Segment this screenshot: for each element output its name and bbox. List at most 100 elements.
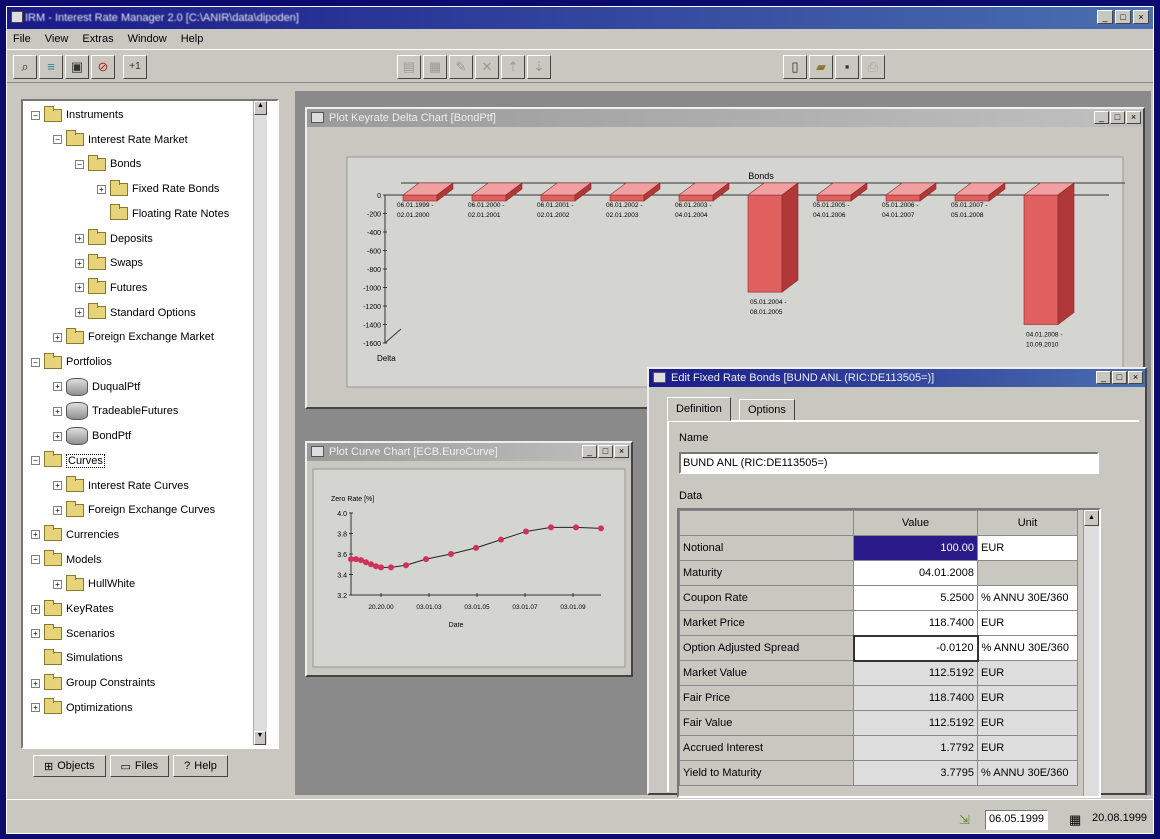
tree-node[interactable]: − Models [31,550,101,570]
expand-icon[interactable]: + [53,481,62,490]
expand-icon[interactable]: + [53,579,62,589]
window-icon[interactable]: ▣ [65,55,89,79]
expand-icon[interactable]: + [75,308,84,318]
grid-row-unit[interactable]: % ANNU 30E/360 [977,635,1078,661]
grid-row[interactable]: Fair Price 118.7400 EUR [679,685,1078,711]
scroll-up-icon[interactable]: ▲ [254,101,267,115]
expand-icon[interactable]: + [97,184,106,194]
delta-chart-titlebar[interactable]: Plot Keyrate Delta Chart [BondPtf] _ □ × [307,109,1143,127]
tree-node[interactable]: + KeyRates [31,599,114,619]
grid-row[interactable]: Coupon Rate 5.2500% ANNU 30E/360 [679,585,1078,611]
grid-scrollbar[interactable]: ▲ [1083,510,1099,796]
new-file-icon[interactable]: ▯ [783,55,807,79]
list-view-icon[interactable]: ≡ [39,55,63,79]
grid-row-unit[interactable]: EUR [977,535,1078,561]
expand-icon[interactable]: + [75,283,84,293]
grid-row[interactable]: Market Price 118.7400 EUR [679,610,1078,636]
grid-row-value[interactable]: -0.0120 [852,634,979,662]
tree-scrollbar[interactable]: ▲ ▼ [253,101,267,745]
tree-node[interactable]: + Futures [75,278,147,298]
edit-icon[interactable]: ✎ [449,55,473,79]
grid-row[interactable]: Yield to Maturity 3.7795% ANNU 30E/360 [679,760,1078,786]
delta-close-button[interactable]: × [1126,111,1141,124]
expand-icon[interactable]: + [75,258,84,268]
tree-node[interactable]: − Curves [31,451,105,471]
menu-help[interactable]: Help [181,33,204,45]
tree-node[interactable]: + Standard Options [75,303,196,323]
expand-icon[interactable]: + [53,332,62,342]
expand-icon[interactable]: + [31,703,40,713]
collapse-icon[interactable]: − [31,110,40,120]
minimize-button[interactable]: _ [1097,10,1113,24]
delta-minimize-button[interactable]: _ [1094,111,1109,124]
expand-icon[interactable]: + [31,530,40,540]
grid-row[interactable]: Fair Value 112.5192 EUR [679,710,1078,736]
collapse-icon[interactable]: − [31,456,40,466]
tree-node[interactable]: − Instruments [31,105,123,125]
tab-definition[interactable]: Definition [667,397,731,421]
table-icon[interactable]: ▦ [423,55,447,79]
expand-icon[interactable]: + [53,406,62,416]
menu-view[interactable]: View [45,33,69,45]
grid-scroll-up-icon[interactable]: ▲ [1084,510,1099,526]
tree-node[interactable]: Floating Rate Notes [97,204,229,224]
collapse-icon[interactable]: − [31,555,40,565]
tree-node[interactable]: + Interest Rate Curves [53,476,189,496]
expand-icon[interactable]: + [31,629,40,639]
tree-node[interactable]: − Bonds [75,154,141,174]
move-up-icon[interactable]: ⇡ [501,55,525,79]
tree-node[interactable]: + Foreign Exchange Curves [53,500,215,520]
grid-row[interactable]: Market Value 112.5192 EUR [679,660,1078,686]
grid-row-value[interactable]: 100.00 [853,535,978,561]
curve-minimize-button[interactable]: _ [582,445,597,458]
close-button[interactable]: × [1133,10,1149,24]
expand-icon[interactable]: + [31,604,40,614]
tree-node[interactable]: + BondPtf [53,426,131,446]
edit-close-button[interactable]: × [1128,371,1143,384]
grid-row[interactable]: Accrued Interest 1.7792 EUR [679,735,1078,761]
tree-node[interactable]: + Optimizations [31,698,133,718]
stop-icon[interactable]: ⊘ [91,55,115,79]
tree-node[interactable]: + Currencies [31,525,119,545]
calculator-icon[interactable]: ▤ [397,55,421,79]
curve-chart-window[interactable]: Plot Curve Chart [ECB.EuroCurve] _ □ × Zer… [305,441,633,677]
grid-row-value[interactable]: 04.01.2008 [853,560,978,586]
grid-row-value[interactable]: 5.2500 [853,585,978,611]
grid-row-unit[interactable]: EUR [977,610,1078,636]
expand-icon[interactable]: + [75,234,84,243]
collapse-icon[interactable]: − [75,159,84,169]
grid-row[interactable]: Maturity 04.01.2008 [679,560,1078,586]
tree-node[interactable]: + Fixed Rate Bonds [97,179,219,199]
open-folder-icon[interactable]: ▰ [809,55,833,79]
expand-icon[interactable]: + [53,431,62,441]
menu-window[interactable]: Window [128,33,167,45]
curve-chart-titlebar[interactable]: Plot Curve Chart [ECB.EuroCurve] _ □ × [307,443,631,461]
grid-row[interactable]: Option Adjusted Spread -0.0120% ANNU 30E/… [679,634,1078,662]
tree-node[interactable]: − Interest Rate Market [53,130,188,150]
tree-node[interactable]: + Foreign Exchange Market [53,327,214,347]
tree-node[interactable]: − Portfolios [31,352,112,372]
tree-node[interactable]: + Swaps [75,253,143,273]
tree-node[interactable]: + DuqualPtf [53,377,140,397]
tree-expand-icon[interactable]: +1 [123,55,147,79]
collapse-icon[interactable]: − [31,357,40,367]
tab-objects[interactable]: ⊞ Objects [33,755,106,777]
grid-row-unit[interactable]: % ANNU 30E/360 [977,585,1078,611]
tab-help[interactable]: ? Help [173,755,228,777]
maximize-button[interactable]: □ [1115,10,1131,24]
tree-node[interactable]: Simulations [31,648,123,668]
menu-extras[interactable]: Extras [82,33,113,45]
edit-bond-titlebar[interactable]: Edit Fixed Rate Bonds [BUND ANL (RIC:DE1… [649,369,1145,387]
grid-row[interactable]: Notional 100.00 EUR [679,535,1078,561]
scroll-down-icon[interactable]: ▼ [254,731,266,745]
object-tree[interactable]: − Instruments − Interest Rate Market − Bonds +… [21,99,279,749]
curve-close-button[interactable]: × [614,445,629,458]
save-icon[interactable]: ▪ [835,55,859,79]
edit-maximize-button[interactable]: □ [1112,371,1127,384]
search-icon[interactable]: ⌕ [13,55,37,79]
tab-options[interactable]: Options [739,399,795,421]
expand-icon[interactable]: + [53,382,62,392]
tree-node[interactable]: + TradeableFutures [53,401,178,421]
expand-icon[interactable]: + [53,505,62,515]
delete-icon[interactable]: ✕ [475,55,499,79]
